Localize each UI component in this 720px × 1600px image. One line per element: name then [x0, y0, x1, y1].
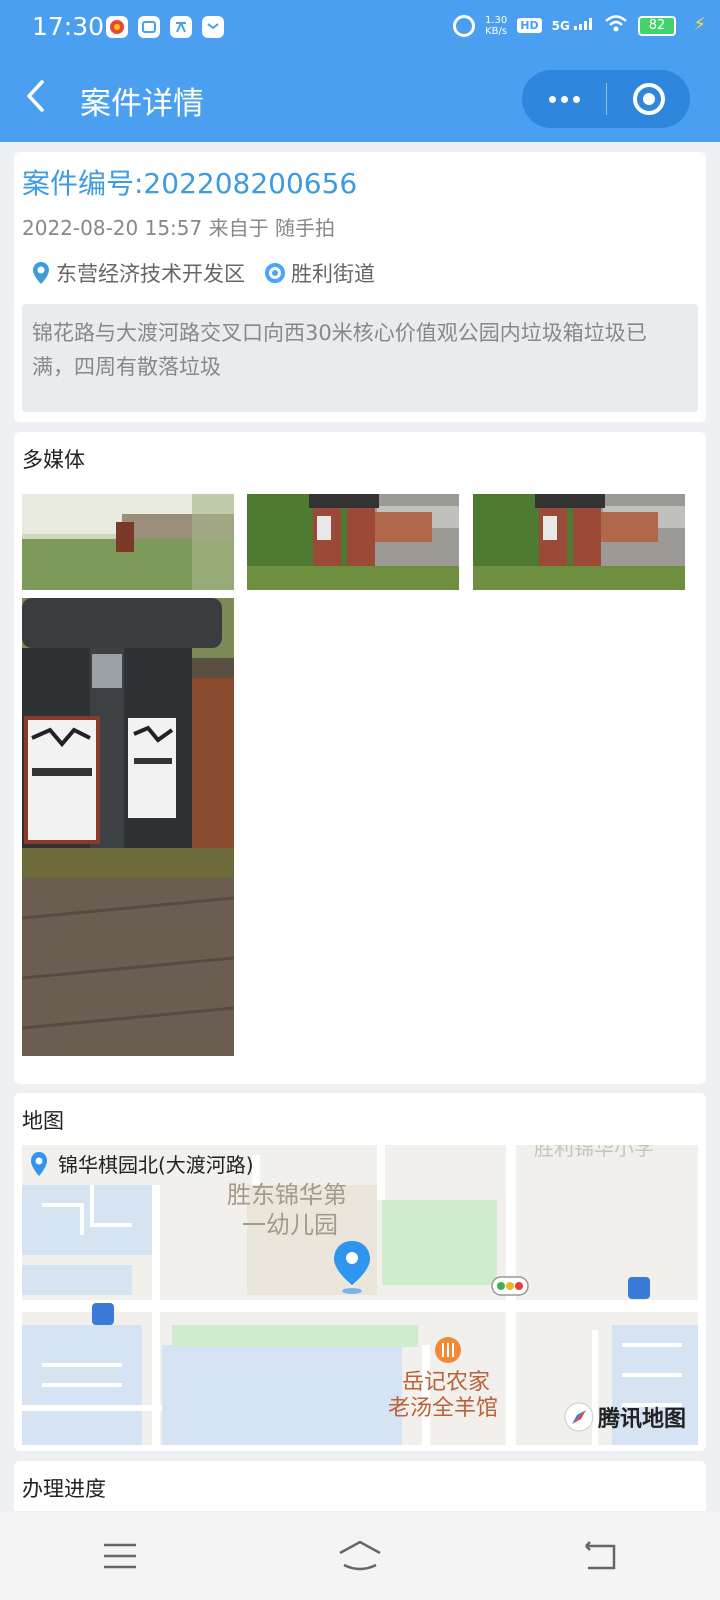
- compass-icon: [564, 1402, 594, 1432]
- map-label-restaurant-2: 老汤全羊馆: [388, 1395, 498, 1420]
- page-title: 案件详情: [80, 86, 204, 122]
- chevron-left-icon: [27, 80, 44, 112]
- tencent-map-logo: 腾讯地图: [564, 1401, 686, 1433]
- map-label-school-1: 胜东锦华第: [227, 1182, 347, 1209]
- wifi-icon: [604, 14, 628, 37]
- miniprogram-capsule: [522, 70, 690, 128]
- mail-app-icon: [202, 16, 224, 38]
- map-location-label: 锦华棋园北(大渡河路): [58, 1153, 254, 1177]
- status-bar: 17:30 1.30 KB/s HD 5G 82 ⚡: [0, 0, 720, 56]
- media-photo[interactable]: [22, 494, 234, 590]
- back-arrow-icon: [585, 1541, 616, 1570]
- case-source: 随手拍: [274, 216, 335, 240]
- location-pin-icon: [31, 1151, 47, 1176]
- target-location-icon: [265, 263, 285, 283]
- media-photo[interactable]: [473, 494, 685, 590]
- bus-stop-icon: [628, 1277, 650, 1299]
- map-label-school-2: 一幼儿园: [242, 1212, 338, 1239]
- more-dot: [548, 95, 556, 103]
- menu-button[interactable]: [90, 1531, 150, 1581]
- photo-image: [473, 494, 685, 590]
- status-indicators: 1.30 KB/s HD 5G 82: [453, 14, 676, 37]
- net-speed: 1.30 KB/s: [485, 14, 508, 37]
- nav-bar: 案件详情: [0, 56, 720, 142]
- more-dot: [572, 95, 580, 103]
- media-card: 多媒体: [14, 432, 706, 1084]
- status-time: 17:30: [32, 12, 105, 41]
- translate-app-icon: [170, 16, 192, 38]
- charging-icon: ⚡: [693, 14, 706, 35]
- map-label-restaurant-1: 岳记农家: [402, 1369, 490, 1394]
- street-tag: 胜利街道: [265, 258, 375, 288]
- photo-image: [22, 494, 234, 590]
- back-button[interactable]: [24, 76, 46, 125]
- hd-icon: HD: [517, 18, 542, 33]
- map-provider-label: 腾讯地图: [597, 1407, 686, 1432]
- case-datetime: 2022-08-20 15:57: [22, 216, 203, 240]
- more-dot: [560, 95, 568, 103]
- more-button[interactable]: [522, 70, 606, 128]
- progress-card: 办理进度: [14, 1461, 706, 1511]
- case-description: 锦花路与大渡河路交叉口向西30米核心价值观公园内垃圾箱垃圾已满，四周有散落垃圾: [22, 304, 698, 412]
- battery-icon: 82: [638, 15, 676, 36]
- signal-icon: 5G: [552, 18, 594, 33]
- case-source-prefix: 来自于: [208, 216, 269, 240]
- bus-stop-icon: [92, 1303, 114, 1325]
- back-nav-button[interactable]: [570, 1531, 630, 1581]
- media-photo[interactable]: [247, 494, 459, 590]
- media-title: 多媒体: [22, 448, 85, 472]
- photo-image: [22, 598, 234, 1056]
- alarm-icon: [453, 14, 475, 37]
- home-button[interactable]: [330, 1531, 390, 1581]
- map-canvas: 胜利锦华小学 胜东锦华第 一幼儿园 岳记农家 老汤全羊馆: [22, 1145, 698, 1445]
- map-view[interactable]: 锦华棋园北(大渡河路) 胜利锦华小学 胜东锦华第 一幼儿园 岳记农家 老汤全羊馆…: [22, 1145, 698, 1445]
- progress-title: 办理进度: [22, 1477, 106, 1501]
- district-tag: 东营经济技术开发区: [32, 258, 245, 288]
- photo-image: [247, 494, 459, 590]
- case-meta: 2022-08-20 15:57 来自于 随手拍: [22, 212, 335, 241]
- news-app-icon: [106, 16, 128, 38]
- media-photo[interactable]: [22, 598, 234, 1056]
- case-info-card: 案件编号:202208200656 2022-08-20 15:57 来自于 随…: [14, 152, 706, 422]
- case-number: 案件编号:202208200656: [22, 167, 358, 200]
- close-miniprogram-button[interactable]: [607, 70, 690, 128]
- gallery-app-icon: [138, 16, 160, 38]
- target-icon: [632, 83, 665, 115]
- location-row: 东营经济技术开发区 胜利街道: [32, 258, 375, 288]
- map-title: 地图: [22, 1109, 64, 1133]
- notification-icons: [106, 16, 224, 38]
- system-nav-bar: [0, 1512, 720, 1600]
- district-label: 东营经济技术开发区: [56, 262, 245, 286]
- location-pin-icon: [33, 262, 49, 284]
- street-label: 胜利街道: [291, 262, 375, 286]
- map-card: 地图 锦华棋园北(大渡河路) 胜利锦华小学 胜东锦华第 一幼儿园 岳记农家 老汤…: [14, 1093, 706, 1451]
- map-label-top-right: 胜利锦华小学: [534, 1145, 654, 1160]
- map-location: 锦华棋园北(大渡河路): [30, 1149, 254, 1178]
- menu-icon: [104, 1543, 136, 1569]
- home-icon: [339, 1540, 381, 1571]
